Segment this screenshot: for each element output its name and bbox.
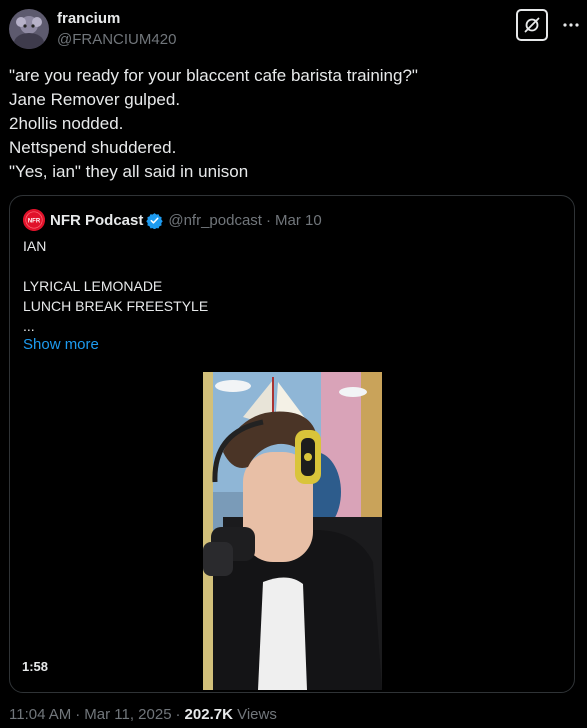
quoted-tweet-text: IAN LYRICAL LEMONADE LUNCH BREAK FREESTY… [23,236,208,336]
quoted-text-line: IAN [23,238,47,254]
author-handle[interactable]: @FRANCIUM420 [57,31,176,48]
grok-button[interactable] [516,9,548,41]
video-duration: 1:58 [22,659,49,674]
tweet-text-line: Nettspend shuddered. [9,138,177,157]
tweet-text-line: 2hollis nodded. [9,114,124,133]
views-label: Views [237,706,277,723]
tweet-text-line: Jane Remover gulped. [9,90,181,109]
tweet-time[interactable]: 11:04 AM [9,706,71,723]
quoted-author-avatar[interactable]: NFR [23,209,45,231]
quoted-text-line: ... [23,318,35,334]
author-name[interactable]: francium [57,10,120,27]
quoted-author-name[interactable]: NFR Podcast [50,212,143,229]
quoted-tweet-date[interactable]: Mar 10 [275,212,322,229]
tweet-text-line: "Yes, ian" they all said in unison [9,162,249,181]
nfr-logo-text: NFR [28,218,41,224]
quoted-author-handle[interactable]: @nfr_podcast [168,212,262,229]
separator-dot: · [75,706,81,723]
separator-dot: · [175,706,181,723]
tweet-text: "are you ready for your blaccent cafe ba… [9,64,569,184]
author-avatar[interactable] [9,9,49,49]
video-player[interactable] [203,372,382,690]
separator-dot: · [265,211,271,229]
video-thumbnail [203,372,382,690]
quoted-text-line: LUNCH BREAK FREESTYLE [23,298,209,314]
tweet-date[interactable]: Mar 11, 2025 [84,706,171,723]
more-icon [563,23,579,27]
tweet-meta: 11:04 AM · Mar 11, 2025 · 202.7K Views [9,706,277,723]
tweet-text-line: "are you ready for your blaccent cafe ba… [9,66,418,85]
views-count: 202.7K [184,706,233,723]
verified-badge-icon [146,212,164,229]
quoted-tweet-card[interactable]: NFR NFR Podcast @nfr_podcast · Mar 10 IA… [9,195,575,693]
show-more-link[interactable]: Show more [23,336,99,353]
more-options-button[interactable] [562,16,580,34]
nfr-logo-icon: NFR [23,209,45,231]
quoted-tweet-header: NFR NFR Podcast @nfr_podcast · Mar 10 [23,209,322,231]
quoted-text-line [23,256,208,276]
grok-icon [524,17,540,33]
quoted-text-line: LYRICAL LEMONADE [23,278,163,294]
author-avatar-image [9,9,49,49]
